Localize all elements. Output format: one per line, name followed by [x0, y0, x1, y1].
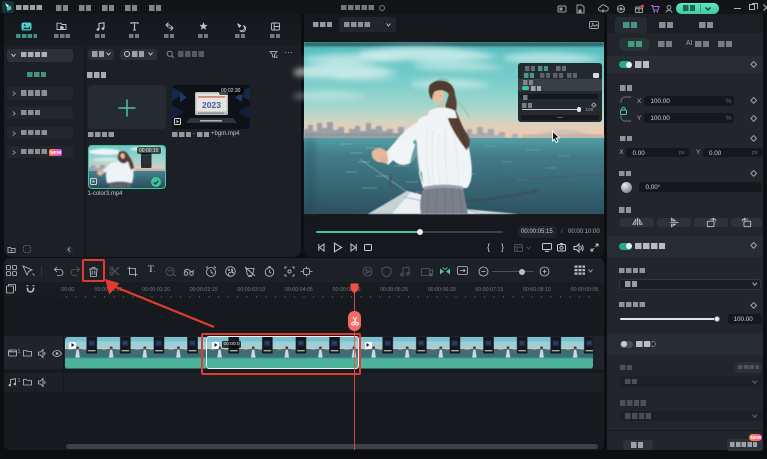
svg-text:2023: 2023 [202, 100, 221, 110]
